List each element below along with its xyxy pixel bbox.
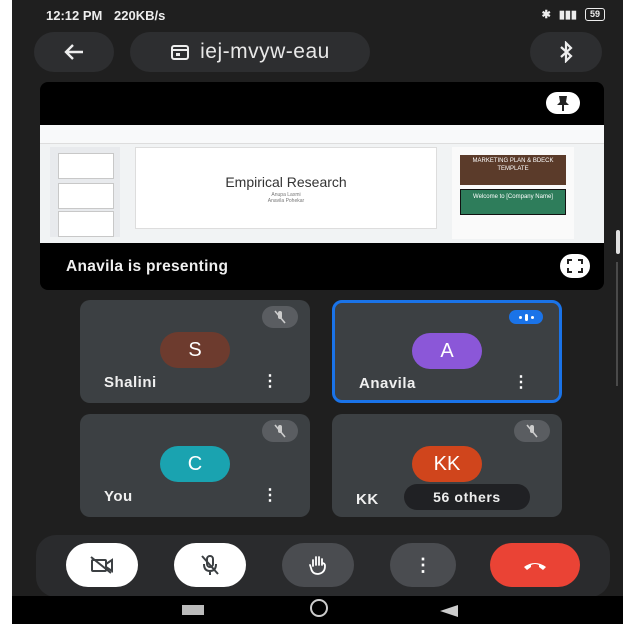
status-icons: ✱ ▮▮▮ 59 bbox=[542, 8, 605, 21]
mic-off-icon bbox=[526, 424, 538, 438]
pin-button[interactable] bbox=[546, 92, 580, 114]
back-nav-button[interactable] bbox=[440, 604, 458, 622]
signal-icon: ▮▮▮ bbox=[558, 9, 577, 21]
template-card: Welcome to [Company Name] bbox=[460, 189, 566, 215]
camera-off-icon bbox=[90, 556, 113, 574]
avatar: A bbox=[412, 333, 482, 369]
more-options-button[interactable]: ⋮ bbox=[262, 374, 278, 390]
meeting-code: iej-mvyw-eau bbox=[200, 40, 330, 63]
participant-tile[interactable]: S Shalini ⋮ bbox=[80, 300, 310, 403]
mic-off-icon bbox=[201, 555, 219, 575]
recents-button[interactable] bbox=[182, 605, 204, 615]
scrollbar-track bbox=[616, 262, 618, 386]
meeting-code-button[interactable]: iej-mvyw-eau bbox=[130, 32, 370, 72]
bluetooth-status-icon: ✱ bbox=[541, 9, 551, 21]
speaking-indicator bbox=[509, 310, 543, 324]
back-button[interactable] bbox=[34, 32, 114, 72]
status-time: 12:12 PM bbox=[46, 8, 103, 23]
arrow-left-icon bbox=[64, 44, 83, 60]
top-bar: iej-mvyw-eau bbox=[12, 32, 623, 76]
home-button[interactable] bbox=[310, 599, 328, 617]
template-panel: MARKETING PLAN & BDECK TEMPLATE Welcome … bbox=[452, 147, 574, 239]
raise-hand-button[interactable] bbox=[282, 543, 354, 587]
scrollbar-thumb[interactable] bbox=[616, 230, 620, 254]
avatar: C bbox=[160, 446, 230, 482]
others-count-button[interactable]: 56 others bbox=[404, 484, 530, 510]
pin-icon bbox=[557, 96, 569, 111]
more-options-button[interactable]: ⋮ bbox=[262, 488, 278, 504]
avatar: S bbox=[160, 332, 230, 368]
muted-indicator bbox=[262, 306, 298, 328]
participant-name: KK bbox=[356, 491, 379, 508]
avatar: KK bbox=[412, 446, 482, 482]
shared-screen: Empirical Research Anupa Laxmi Anavila P… bbox=[40, 125, 604, 243]
mic-off-icon bbox=[274, 424, 286, 438]
muted-indicator bbox=[262, 420, 298, 442]
more-options-button[interactable]: ⋮ bbox=[390, 543, 456, 587]
android-nav-bar bbox=[12, 596, 623, 624]
template-card: MARKETING PLAN & BDECK TEMPLATE bbox=[460, 155, 566, 185]
hand-icon bbox=[309, 556, 326, 575]
participant-name: Shalini bbox=[104, 374, 157, 391]
mic-toggle-button[interactable] bbox=[174, 543, 246, 587]
mic-off-icon bbox=[274, 310, 286, 324]
more-vert-icon: ⋮ bbox=[414, 554, 432, 575]
fullscreen-button[interactable] bbox=[560, 254, 590, 278]
participant-tile[interactable]: KK KK 56 others bbox=[332, 414, 562, 517]
participant-name: Anavila bbox=[359, 375, 416, 392]
status-network-speed: 220KB/s bbox=[114, 8, 166, 23]
slide-subtitle: Anupa Laxmi Anavila Pohekar bbox=[136, 192, 436, 204]
slide-thumbnail bbox=[58, 153, 114, 179]
more-options-button[interactable]: ⋮ bbox=[513, 375, 529, 391]
participant-name: You bbox=[104, 488, 133, 505]
participant-tile[interactable]: C You ⋮ bbox=[80, 414, 310, 517]
slide-thumbnail bbox=[58, 211, 114, 237]
hang-up-icon bbox=[524, 563, 546, 570]
presenter-label: Anavila is presenting bbox=[66, 258, 229, 275]
participant-tile[interactable]: A Anavila ⋮ bbox=[332, 300, 562, 403]
status-bar: 12:12 PM 220KB/s ✱ ▮▮▮ 59 bbox=[12, 0, 623, 32]
slide-title: Empirical Research bbox=[225, 174, 347, 190]
slide-author-2: Anavila Pohekar bbox=[267, 198, 305, 204]
camera-toggle-button[interactable] bbox=[66, 543, 138, 587]
slide-canvas: Empirical Research Anupa Laxmi Anavila P… bbox=[135, 147, 437, 229]
slides-menubar bbox=[40, 125, 604, 144]
phone-screen: 12:12 PM 220KB/s ✱ ▮▮▮ 59 iej-mvyw-eau E… bbox=[12, 0, 623, 624]
bluetooth-icon bbox=[560, 41, 573, 63]
slide-thumbnails bbox=[50, 147, 120, 237]
fullscreen-icon bbox=[567, 259, 583, 273]
audio-output-button[interactable] bbox=[530, 32, 602, 72]
muted-indicator bbox=[514, 420, 550, 442]
end-call-button[interactable] bbox=[490, 543, 580, 587]
calendar-icon bbox=[171, 45, 190, 60]
presentation-stage: Empirical Research Anupa Laxmi Anavila P… bbox=[40, 82, 604, 290]
battery-icon: 59 bbox=[584, 8, 605, 21]
call-controls: ⋮ bbox=[36, 535, 610, 597]
slide-thumbnail bbox=[58, 183, 114, 209]
back-triangle-icon bbox=[440, 605, 458, 617]
